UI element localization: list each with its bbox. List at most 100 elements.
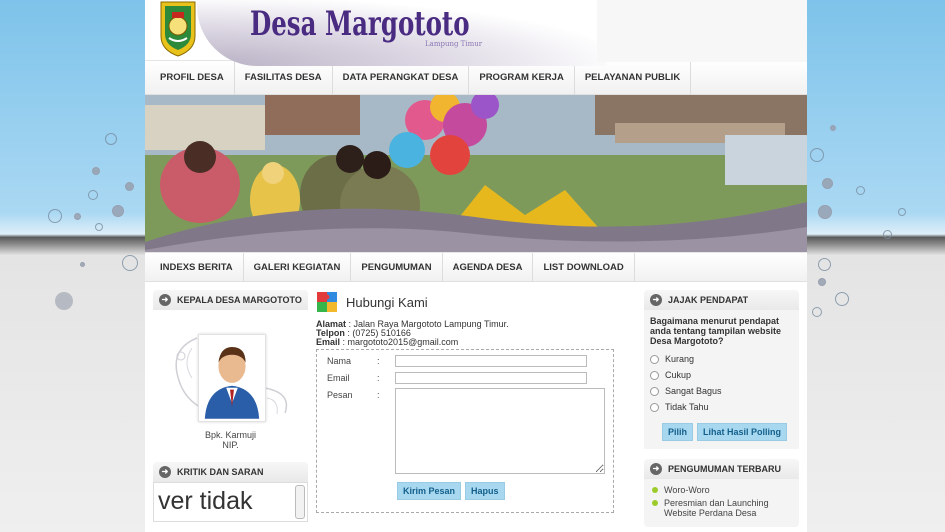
- poll-option-cukup[interactable]: Cukup: [650, 367, 793, 383]
- contact-form: Nama : Email : Pesan : Kirim Pesan Hapus: [316, 349, 614, 513]
- right-sidebar: ➜ JAJAK PENDAPAT Bagaimana menurut penda…: [644, 290, 799, 532]
- site-title: Desa Margototo: [250, 4, 470, 44]
- radio-button[interactable]: [650, 370, 659, 380]
- contact-info: Alamat : Jalan Raya Margototo Lampung Ti…: [316, 320, 628, 347]
- bubble-decoration: [830, 125, 836, 131]
- nama-input[interactable]: [395, 355, 587, 367]
- kritik-saran-box: ➜ KRITIK DAN SARAN ver tidak: [153, 462, 308, 522]
- contact-section: Hubungi Kami Alamat : Jalan Raya Margoto…: [316, 290, 628, 532]
- poll-title: JAJAK PENDAPAT: [668, 295, 749, 305]
- poll-box: ➜ JAJAK PENDAPAT Bagaimana menurut penda…: [644, 290, 799, 449]
- arrow-right-icon: ➜: [650, 294, 662, 306]
- colon: :: [377, 356, 380, 366]
- contact-heading: Hubungi Kami: [316, 290, 628, 314]
- logo-emblem-icon: [160, 1, 196, 57]
- poll-option-label: Tidak Tahu: [665, 402, 709, 412]
- colon: :: [377, 390, 380, 400]
- pesan-textarea[interactable]: [395, 388, 605, 474]
- site-header: Desa Margototo Lampung Timur: [145, 0, 807, 66]
- poll-buttons: Pilih Lihat Hasil Polling: [650, 423, 793, 441]
- kepala-body: Bpk. Karmuji NIP.: [153, 310, 308, 452]
- bubble-decoration: [74, 213, 81, 220]
- bubble-decoration: [818, 278, 826, 286]
- bubble-decoration: [105, 133, 117, 145]
- list-item[interactable]: Woro-Woro: [652, 485, 791, 495]
- bubble-decoration: [112, 205, 124, 217]
- kritik-title: KRITIK DAN SARAN: [177, 467, 264, 477]
- arrow-right-icon: ➜: [159, 466, 171, 478]
- box-header: ➜ JAJAK PENDAPAT: [644, 290, 799, 310]
- bullet-icon: [652, 500, 658, 506]
- secondary-nav: INDEXS BERITA GALERI KEGIATAN PENGUMUMAN…: [145, 252, 807, 282]
- bubble-decoration: [80, 262, 85, 267]
- kepala-desa-box: ➜ KEPALA DESA MARGOTOTO Bpk. Karmuji NIP…: [153, 290, 308, 452]
- banner-photo: [145, 95, 807, 252]
- email-label: Email: [316, 337, 341, 347]
- bubble-decoration: [822, 178, 833, 189]
- left-sidebar: ➜ KEPALA DESA MARGOTOTO Bpk. Karmuji NIP…: [153, 290, 308, 532]
- contact-title: Hubungi Kami: [346, 294, 428, 310]
- bubble-decoration: [818, 258, 831, 271]
- nav-galeri-kegiatan[interactable]: GALERI KEGIATAN: [244, 253, 352, 281]
- kritik-scroll-text: ver tidak: [158, 487, 253, 515]
- avatar: [198, 334, 266, 422]
- announcement-box: ➜ PENGUMUMAN TERBARU Woro-Woro Peresmian…: [644, 459, 799, 527]
- poll-option-kurang[interactable]: Kurang: [650, 351, 793, 367]
- form-buttons: Kirim Pesan Hapus: [397, 482, 505, 500]
- radio-button[interactable]: [650, 354, 659, 364]
- pesan-label: Pesan: [327, 390, 353, 400]
- poll-option-sangat-bagus[interactable]: Sangat Bagus: [650, 383, 793, 399]
- poll-option-tidak-tahu[interactable]: Tidak Tahu: [650, 399, 793, 415]
- kepala-nip: NIP.: [222, 440, 239, 450]
- banner-wave: [145, 202, 807, 252]
- list-item[interactable]: Peresmian dan Launching Website Perdana …: [652, 498, 791, 518]
- arrow-right-icon: ➜: [650, 463, 662, 475]
- nav-list-download[interactable]: LIST DOWNLOAD: [533, 253, 635, 281]
- bubble-decoration: [95, 223, 103, 231]
- bullet-icon: [652, 487, 658, 493]
- nav-pengumuman[interactable]: PENGUMUMAN: [351, 253, 443, 281]
- box-header: ➜ KEPALA DESA MARGOTOTO: [153, 290, 308, 310]
- bubble-decoration: [883, 230, 892, 239]
- scrollbar[interactable]: [295, 485, 305, 519]
- nav-indexs-berita[interactable]: INDEXS BERITA: [150, 253, 244, 281]
- bubble-decoration: [898, 208, 906, 216]
- person-avatar-icon: [204, 346, 260, 419]
- poll-results-button[interactable]: Lihat Hasil Polling: [697, 423, 788, 441]
- kepala-name-block: Bpk. Karmuji NIP.: [153, 430, 308, 450]
- box-header: ➜ KRITIK DAN SARAN: [153, 462, 308, 482]
- nav-profil-desa[interactable]: PROFIL DESA: [150, 61, 235, 94]
- radio-button[interactable]: [650, 402, 659, 412]
- nama-label: Nama: [327, 356, 352, 366]
- bubble-decoration: [125, 182, 134, 191]
- header-right-panel: [597, 0, 807, 62]
- email-value: : margototo2015@gmail.com: [342, 337, 459, 347]
- kepala-title: KEPALA DESA MARGOTOTO: [177, 295, 302, 305]
- kepala-name: Bpk. Karmuji: [204, 430, 257, 440]
- arrow-right-icon: ➜: [159, 294, 171, 306]
- email-field-label: Email: [327, 373, 350, 383]
- announcement-link[interactable]: Peresmian dan Launching Website Perdana …: [664, 498, 791, 518]
- bubble-decoration: [835, 292, 849, 306]
- radio-button[interactable]: [650, 386, 659, 396]
- reset-button[interactable]: Hapus: [465, 482, 505, 500]
- puzzle-people-icon: [317, 292, 337, 312]
- poll-option-label: Kurang: [665, 354, 695, 364]
- nav-agenda-desa[interactable]: AGENDA DESA: [443, 253, 534, 281]
- email-input[interactable]: [395, 372, 587, 384]
- bubble-decoration: [88, 190, 98, 200]
- announcement-title: PENGUMUMAN TERBARU: [668, 464, 781, 474]
- bubble-decoration: [92, 167, 100, 175]
- kritik-scroller[interactable]: ver tidak: [153, 482, 308, 522]
- send-button[interactable]: Kirim Pesan: [397, 482, 462, 500]
- bubble-decoration: [810, 148, 824, 162]
- colon: :: [377, 373, 380, 383]
- box-header: ➜ PENGUMUMAN TERBARU: [644, 459, 799, 479]
- announcement-link[interactable]: Woro-Woro: [664, 485, 710, 495]
- content-area: ➜ KEPALA DESA MARGOTOTO Bpk. Karmuji NIP…: [145, 282, 807, 532]
- announcement-list: Woro-Woro Peresmian dan Launching Websit…: [644, 479, 799, 527]
- vote-button[interactable]: Pilih: [662, 423, 694, 441]
- page-container: Desa Margototo Lampung Timur PROFIL DESA…: [145, 0, 807, 532]
- bubble-decoration: [856, 186, 865, 195]
- site-subtitle: Lampung Timur: [425, 40, 483, 48]
